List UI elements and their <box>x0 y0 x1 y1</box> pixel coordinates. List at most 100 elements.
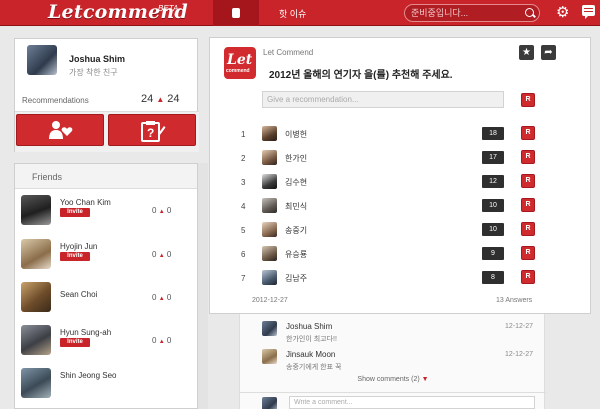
friend-down-count: 0 <box>166 250 172 259</box>
candidate-name[interactable]: 한가인 <box>285 153 307 164</box>
chevron-down-icon[interactable]: ▼ <box>422 376 429 383</box>
invite-button[interactable]: Invite <box>60 252 90 261</box>
invite-button[interactable]: Invite <box>60 338 90 347</box>
up-arrow-icon: ▲ <box>156 95 165 104</box>
letcommend-app-icon[interactable]: Let commend <box>224 47 256 79</box>
nav-hot-issue-link[interactable]: 핫 이슈 <box>279 7 306 20</box>
candidate-row: 6 유승룡 9 R <box>210 245 592 265</box>
friend-up-count: 0 <box>152 250 157 259</box>
friend-avatar[interactable] <box>21 325 51 355</box>
comment-text: 한가인이 최고다!! <box>286 336 337 343</box>
invite-button[interactable]: Invite <box>60 208 90 217</box>
up-arrow-icon: ▲ <box>158 209 165 215</box>
candidate-name[interactable]: 유승룡 <box>285 249 307 260</box>
write-comment-row <box>240 392 546 409</box>
candidate-rank: 4 <box>241 202 246 211</box>
question-date: 2012-12-27 <box>252 297 288 304</box>
avatar[interactable] <box>262 349 277 364</box>
candidate-score: 12 <box>482 175 504 188</box>
nav-home-button[interactable] <box>213 0 259 26</box>
friends-scrollbar[interactable] <box>198 163 208 409</box>
friend-name[interactable]: Shin Jeong Seo <box>60 371 117 380</box>
candidate-rank: 2 <box>241 154 246 163</box>
avatar[interactable] <box>262 321 277 336</box>
candidate-row: 2 한가인 17 R <box>210 149 592 169</box>
ask-question-button[interactable]: ? <box>108 114 196 146</box>
share-icon[interactable]: ➦ <box>541 45 556 60</box>
recommend-button[interactable]: R <box>521 150 535 164</box>
candidate-avatar <box>262 246 277 261</box>
gear-icon[interactable]: ⚙ <box>556 5 569 20</box>
profile-name[interactable]: Joshua Shim <box>69 54 125 64</box>
search-box[interactable] <box>404 4 540 22</box>
comment-author[interactable]: Jinsauk Moon <box>286 350 335 359</box>
friend-item[interactable]: Hyojin Jun Invite 0 ▲ 0 <box>15 239 197 281</box>
recommend-button[interactable]: R <box>521 174 535 188</box>
profile-status: 가장 착한 친구 <box>69 68 118 77</box>
candidate-rank: 7 <box>241 274 246 283</box>
friend-count: 0 ▲ 0 <box>152 293 171 302</box>
recommend-button[interactable]: R <box>521 246 535 260</box>
friend-item[interactable]: Hyun Sung-ah Invite 0 ▲ 0 <box>15 325 197 367</box>
candidate-name[interactable]: 이병헌 <box>285 129 307 140</box>
candidate-name[interactable]: 송중기 <box>285 225 307 236</box>
up-arrow-icon: ▲ <box>158 253 165 259</box>
beta-label: BETA <box>158 4 179 13</box>
rec-count-left: 24 <box>141 93 154 105</box>
friend-avatar[interactable] <box>21 239 51 269</box>
candidate-avatar <box>262 126 277 141</box>
friend-up-count: 0 <box>152 206 157 215</box>
candidate-rank: 1 <box>241 130 246 139</box>
friend-name[interactable]: Yoo Chan Kim <box>60 198 111 207</box>
app-name[interactable]: Let Commend <box>263 48 313 57</box>
submit-recommendation-button[interactable]: R <box>521 93 535 107</box>
friend-name[interactable]: Hyun Sung-ah <box>60 328 111 337</box>
chat-icon[interactable] <box>582 5 595 19</box>
star-icon[interactable]: ★ <box>519 45 534 60</box>
friend-avatar[interactable] <box>21 282 51 312</box>
friend-avatar[interactable] <box>21 195 51 225</box>
candidate-score: 17 <box>482 151 504 164</box>
recommendation-input[interactable] <box>262 91 504 108</box>
friend-name[interactable]: Hyojin Jun <box>60 242 97 251</box>
app-icon-letters: Let <box>227 52 253 68</box>
avatar[interactable] <box>27 45 57 75</box>
comment-date: 12-12-27 <box>504 351 533 358</box>
friend-down-count: 0 <box>166 206 172 215</box>
show-comments-label[interactable]: Show comments (2) <box>357 376 419 383</box>
candidate-score: 10 <box>482 223 504 236</box>
comment-author[interactable]: Joshua Shim <box>286 322 332 331</box>
avatar <box>262 397 277 409</box>
svg-text:?: ? <box>147 126 154 140</box>
friends-like-button[interactable] <box>16 114 104 146</box>
candidate-avatar <box>262 222 277 237</box>
person-heart-icon <box>49 121 73 139</box>
friend-item[interactable]: Yoo Chan Kim Invite 0 ▲ 0 <box>15 195 197 237</box>
search-icon[interactable] <box>525 8 534 17</box>
search-input[interactable] <box>411 6 517 20</box>
show-comments-link[interactable]: Show comments (2) ▼ <box>240 376 546 383</box>
recommend-button[interactable]: R <box>521 198 535 212</box>
rec-count-right: 24 <box>167 93 180 105</box>
up-arrow-icon: ▲ <box>158 296 165 302</box>
recommend-button[interactable]: R <box>521 222 535 236</box>
question-clipboard-icon: ? <box>141 121 166 142</box>
candidate-name[interactable]: 최민식 <box>285 201 307 212</box>
friend-avatar[interactable] <box>21 368 51 398</box>
recommend-button[interactable]: R <box>521 270 535 284</box>
comment-input[interactable] <box>289 396 535 409</box>
friend-item[interactable]: Sean Choi 0 ▲ 0 <box>15 282 197 324</box>
top-navigation-bar: Letcommend BETA 핫 이슈 ⚙ <box>0 0 600 26</box>
candidate-avatar <box>262 270 277 285</box>
answer-count[interactable]: 13 Answers <box>496 297 532 304</box>
candidate-name[interactable]: 김수현 <box>285 177 307 188</box>
candidate-name[interactable]: 김남주 <box>285 273 307 284</box>
home-icon <box>232 8 240 18</box>
candidate-score: 18 <box>482 127 504 140</box>
friend-item[interactable]: Shin Jeong Seo <box>15 368 197 408</box>
candidate-row: 4 최민식 10 R <box>210 197 592 217</box>
friend-name[interactable]: Sean Choi <box>60 290 97 299</box>
comment-item: Joshua Shim 한가인이 최고다!! 12-12-27 <box>240 318 546 346</box>
recommend-button[interactable]: R <box>521 126 535 140</box>
question-card: Let commend Let Commend 2012년 올해의 연기자 을(… <box>209 37 591 314</box>
